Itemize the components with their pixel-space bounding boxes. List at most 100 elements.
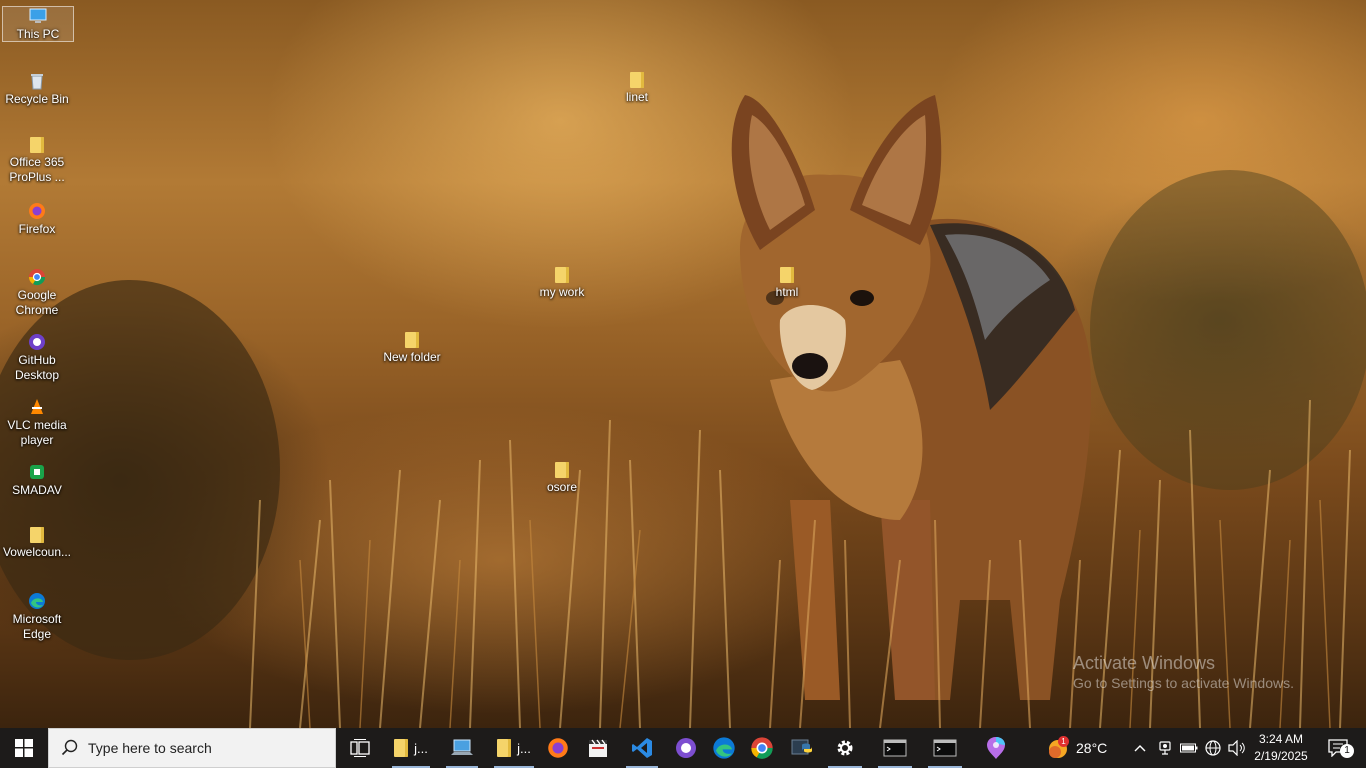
settings-gear-icon (837, 740, 853, 756)
chevron-up-icon (1134, 745, 1146, 752)
weather-temperature: 28°C (1076, 740, 1108, 756)
taskbar-app-remote-desktop[interactable] (442, 728, 482, 768)
tray-meet-now[interactable] (1154, 728, 1176, 768)
taskbar-app-settings[interactable] (824, 728, 866, 768)
taskbar-app-python[interactable] (784, 728, 820, 768)
firefox-icon (548, 738, 568, 758)
task-view-button[interactable] (342, 728, 378, 768)
clock-date: 2/19/2025 (1254, 749, 1308, 763)
desktop-icon-label: Vowelcoun... (2, 545, 72, 559)
folder-icon (30, 137, 44, 153)
folder-icon (555, 462, 569, 478)
tray-volume[interactable] (1226, 728, 1248, 768)
action-center-button[interactable]: 1 (1318, 728, 1358, 768)
windows-logo-icon (15, 739, 33, 757)
terminal-icon (883, 739, 907, 757)
wallpaper-scene (0, 95, 1366, 728)
taskbar-app-chrome[interactable] (744, 728, 780, 768)
task-view-icon (350, 739, 370, 757)
desktop-icon-linet[interactable]: linet (601, 72, 673, 105)
weather-badge: 1 (1058, 736, 1069, 747)
taskbar-app-vscode[interactable] (622, 728, 662, 768)
desktop-icon-label: Google Chrome (15, 288, 59, 317)
desktop-icon-office-365[interactable]: Office 365 ProPlus ... (1, 137, 73, 185)
edge-icon (29, 593, 45, 609)
terminal-icon (933, 739, 957, 757)
taskbar: Type here to search j... j... 1 28°C 3:2… (0, 728, 1366, 768)
remote-desktop-icon (451, 739, 473, 755)
desktop-icon-label: osore (546, 480, 578, 494)
clapperboard-icon (589, 739, 607, 757)
desktop-icon-new-folder[interactable]: New folder (376, 332, 448, 365)
search-placeholder: Type here to search (88, 740, 212, 756)
watermark-title: Activate Windows (1073, 653, 1216, 673)
firefox-icon (29, 203, 45, 219)
weather-widget[interactable]: 1 28°C (1046, 728, 1118, 768)
desktop-icon-html[interactable]: html (751, 267, 823, 300)
desktop-icon-vowelcount[interactable]: Vowelcoun... (1, 527, 73, 560)
file-explorer-icon (497, 739, 512, 757)
search-icon (61, 739, 78, 756)
desktop-icon-label: SMADAV (12, 483, 62, 497)
taskbar-app-file-explorer-2[interactable]: j... (490, 728, 538, 768)
activate-windows-watermark: Activate Windows Go to Settings to activ… (1073, 652, 1294, 692)
chrome-icon (751, 737, 773, 759)
smadav-icon (30, 465, 44, 479)
taskbar-app-label: j... (517, 740, 531, 756)
desktop-icon-label: Firefox (18, 222, 56, 236)
desktop-icon-smadav[interactable]: SMADAV (1, 463, 73, 498)
folder-icon (405, 332, 419, 348)
globe-network-icon (1205, 740, 1221, 756)
edge-icon (713, 737, 735, 759)
chrome-icon (28, 269, 46, 286)
desktop-icon-label: This PC (16, 27, 60, 41)
tray-network[interactable] (1202, 728, 1224, 768)
desktop-icon-my-work[interactable]: my work (526, 267, 598, 300)
tray-battery[interactable] (1178, 728, 1200, 768)
desktop-wallpaper (0, 0, 1366, 728)
taskbar-app-copilot[interactable] (978, 728, 1014, 768)
desktop-icon-label: Microsoft Edge (12, 612, 62, 641)
taskbar-app-firefox[interactable] (540, 728, 576, 768)
desktop-icon-label: VLC media player (7, 418, 67, 447)
desktop-icon-firefox[interactable]: Firefox (1, 202, 73, 237)
desktop-icon-label: my work (539, 285, 585, 299)
vscode-icon (632, 738, 652, 758)
computer-icon (29, 8, 47, 23)
desktop-icon-github-desktop[interactable]: GitHub Desktop (1, 333, 73, 383)
taskbar-app-github-desktop[interactable] (668, 728, 704, 768)
desktop-icon-label: Recycle Bin (5, 92, 69, 106)
taskbar-app-edge[interactable] (706, 728, 742, 768)
desktop-icon-label: New folder (383, 350, 441, 364)
taskbar-app-file-explorer-1[interactable]: j... (388, 728, 434, 768)
start-button[interactable] (0, 728, 48, 768)
github-desktop-icon (29, 334, 45, 350)
desktop-icon-vlc[interactable]: VLC media player (1, 398, 73, 448)
show-hidden-icons-button[interactable] (1130, 728, 1150, 768)
taskbar-search-box[interactable]: Type here to search (48, 728, 336, 768)
desktop-icon-label: GitHub Desktop (14, 353, 60, 382)
desktop-icon-label: Office 365 ProPlus ... (9, 155, 65, 184)
taskbar-clock[interactable]: 3:24 AM 2/19/2025 (1252, 728, 1310, 768)
battery-icon (1180, 743, 1198, 753)
desktop-icon-google-chrome[interactable]: Google Chrome (1, 268, 73, 318)
vlc-icon (31, 399, 43, 414)
speaker-icon (1228, 740, 1245, 756)
desktop-icon-this-pc[interactable]: This PC (2, 6, 74, 42)
notification-count-badge: 1 (1340, 744, 1354, 758)
taskbar-app-clipchamp[interactable] (580, 728, 616, 768)
recycle-bin-icon (31, 74, 43, 90)
desktop-icon-osore[interactable]: osore (526, 462, 598, 495)
desktop-icon-microsoft-edge[interactable]: Microsoft Edge (1, 592, 73, 642)
github-icon (676, 738, 696, 758)
desktop-icon-recycle-bin[interactable]: Recycle Bin (1, 72, 73, 107)
webcam-icon (1159, 741, 1171, 755)
taskbar-app-terminal-2[interactable] (924, 728, 966, 768)
taskbar-app-label: j... (414, 740, 428, 756)
desktop-icon-label: html (775, 285, 799, 299)
python-icon (791, 739, 812, 755)
taskbar-app-terminal-1[interactable] (874, 728, 916, 768)
folder-icon (555, 267, 569, 283)
file-explorer-icon (394, 739, 409, 757)
clock-time: 3:24 AM (1258, 732, 1304, 746)
